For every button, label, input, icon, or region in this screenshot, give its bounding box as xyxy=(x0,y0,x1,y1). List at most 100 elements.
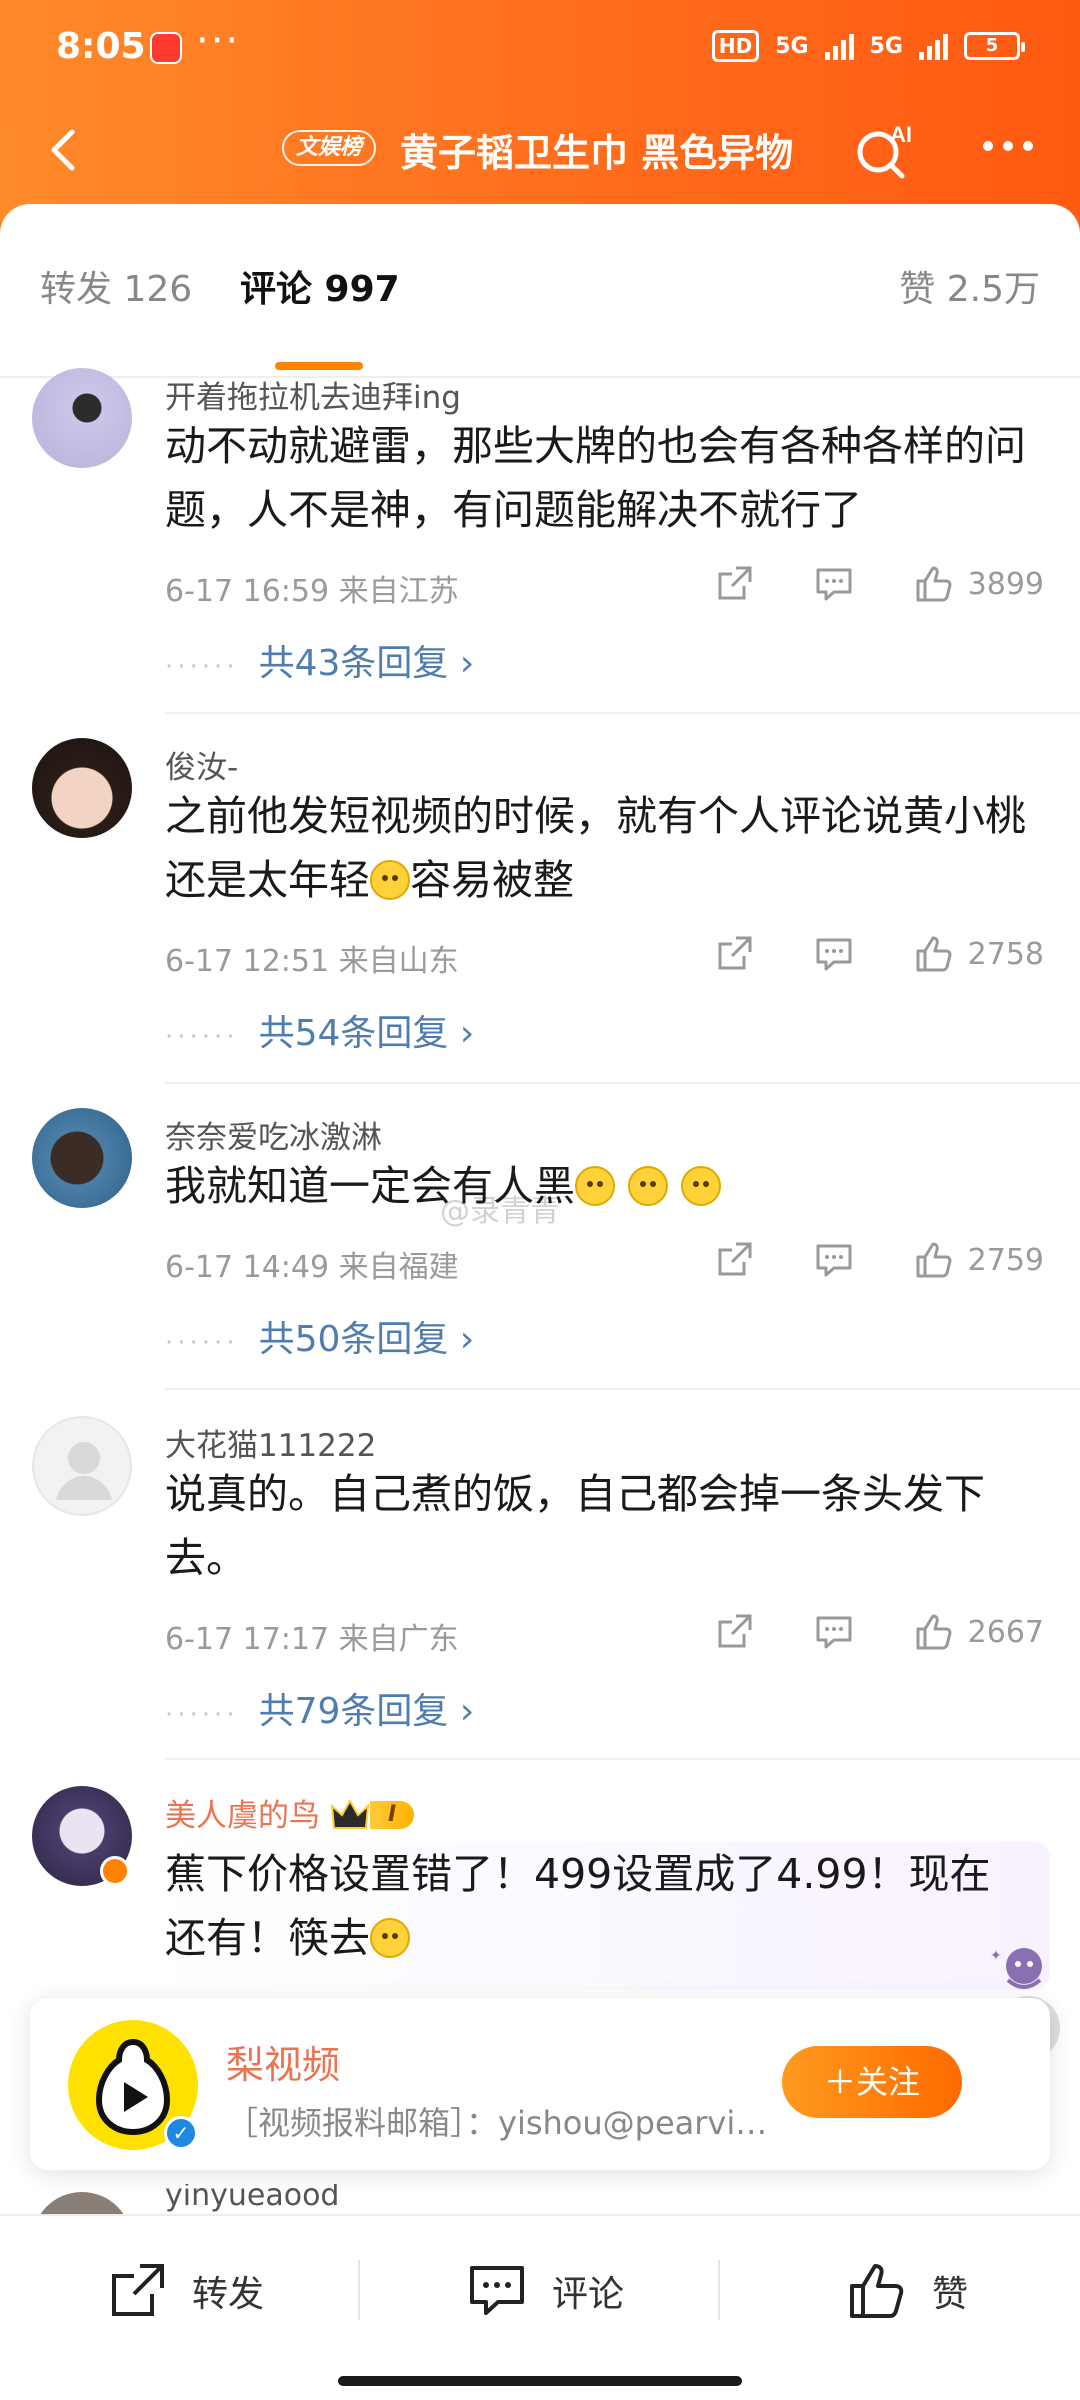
comment-divider xyxy=(165,1388,1080,1390)
status-indicators: HD 5G 5G 5 xyxy=(711,30,1025,62)
network-5g-label-2: 5G xyxy=(869,33,903,59)
replies-count: 共50条回复 › xyxy=(258,1319,475,1360)
share-icon[interactable] xyxy=(714,1240,754,1280)
battery-icon: 5 xyxy=(964,32,1025,60)
page-title: 黄子韬卫生巾 黑色异物 xyxy=(400,131,794,175)
comment-username[interactable]: 俊汝- xyxy=(165,742,238,787)
like-button[interactable]: 赞 xyxy=(846,2256,968,2326)
comment-actions: 2759 xyxy=(714,1240,1044,1280)
comment-label: 评论 xyxy=(552,2274,625,2315)
like-count: 2667 xyxy=(967,1614,1044,1650)
hug-emoji-icon xyxy=(681,1166,722,1206)
avatar[interactable] xyxy=(32,738,132,838)
avatar[interactable] xyxy=(32,2192,132,2214)
avatar[interactable] xyxy=(32,368,132,468)
share-icon[interactable] xyxy=(714,564,754,604)
comment-meta: 6-17 14:49 来自福建 xyxy=(165,1250,459,1285)
hd-icon: HD xyxy=(711,30,760,62)
comment-username[interactable]: yinyueaood xyxy=(165,2184,339,2213)
comment-text: 之前他发短视频的时候，就有个人评论说黄小桃还是太年轻 容易被整 xyxy=(165,784,1045,912)
notification-app-icon xyxy=(150,32,182,64)
thumbs-up-icon[interactable] xyxy=(914,934,954,974)
reply-icon[interactable] xyxy=(814,564,854,604)
thumbs-up-icon[interactable] xyxy=(914,1612,954,1652)
hug-emoji-icon xyxy=(628,1166,669,1206)
tab-active-indicator xyxy=(275,362,363,370)
share-icon[interactable] xyxy=(714,1612,754,1652)
signal-icon xyxy=(824,32,854,60)
svg-text:✦: ✦ xyxy=(990,1948,1002,1964)
comment-actions: 2758 xyxy=(714,934,1044,974)
status-time: 8:05 xyxy=(56,26,146,67)
follow-card[interactable]: ✓ 梨视频 ［视频报料邮箱］：yishou@pearvideo.com ＋关注 xyxy=(30,1998,1050,2170)
like-label: 赞 xyxy=(932,2274,969,2315)
view-replies-link[interactable]: ······ 共43条回复 › xyxy=(165,634,474,686)
ai-search-icon[interactable]: AI xyxy=(850,116,920,186)
status-more-dots: ··· xyxy=(196,18,241,64)
comment-button[interactable]: 评论 xyxy=(466,2256,624,2326)
ai-label: AI xyxy=(890,122,912,147)
comment-username[interactable]: 美人虞的鸟 I xyxy=(165,1790,415,1835)
status-bar: 8:05 ··· HD 5G 5G 5 xyxy=(0,0,1080,100)
view-replies-link[interactable]: ······ 共79条回复 › xyxy=(165,1682,474,1734)
more-options-icon[interactable] xyxy=(978,134,1038,158)
tabs-divider xyxy=(0,376,1080,378)
comment-divider xyxy=(165,712,1080,714)
thumbs-up-icon[interactable] xyxy=(914,1240,954,1280)
repost-label: 转发 xyxy=(192,2274,265,2315)
comment-username[interactable]: 大花猫111222 xyxy=(165,1420,376,1465)
comment-text-part: 容易被整 xyxy=(410,856,574,904)
view-replies-link[interactable]: ······ 共50条回复 › xyxy=(165,1310,474,1362)
like-icon xyxy=(850,2264,904,2318)
repost-button[interactable]: 转发 xyxy=(106,2256,264,2326)
separator xyxy=(718,2260,720,2320)
signal-icon-2 xyxy=(919,32,948,60)
replies-count: 共43条回复 › xyxy=(258,643,475,684)
tab-repost[interactable]: 转发 126 xyxy=(40,260,192,312)
vip-level-badge: I xyxy=(330,1798,415,1832)
vip-username-text: 美人虞的鸟 xyxy=(165,1798,320,1834)
like-count: 3899 xyxy=(967,566,1044,602)
account-name[interactable]: 梨视频 xyxy=(226,2034,340,2089)
account-description: ［视频报料邮箱］：yishou@pearvideo.com xyxy=(226,2104,786,2142)
comment-username[interactable]: 开着拖拉机去迪拜ing xyxy=(165,372,461,417)
crown-icon xyxy=(330,1798,370,1829)
comment-icon xyxy=(470,2266,524,2315)
back-arrow-icon[interactable] xyxy=(36,120,96,180)
comment-text-part: 之前他发短视频的时候，就有个人评论说黄小桃还是太年轻 xyxy=(165,792,1026,904)
comment-text-part: 蕉下价格设置错了！499设置成了4.99！现在还有！筷去 xyxy=(165,1850,991,1962)
entertainment-rank-badge[interactable]: 文娱榜 xyxy=(282,130,377,166)
vip-verified-icon xyxy=(100,1856,130,1886)
comment-meta: 6-17 12:51 来自山东 xyxy=(165,944,459,979)
comment-actions: 3899 xyxy=(714,564,1044,604)
replies-count: 共54条回复 › xyxy=(258,1013,475,1054)
avatar[interactable] xyxy=(32,1108,132,1208)
next-comment-peek: yinyueaood xyxy=(0,2184,1080,2214)
reply-icon[interactable] xyxy=(814,934,854,974)
share-icon[interactable] xyxy=(714,934,754,974)
like-count: 2759 xyxy=(967,1242,1044,1278)
laugh-cry-emoji-icon xyxy=(370,860,410,900)
reply-icon[interactable] xyxy=(814,1240,854,1280)
comment-divider xyxy=(165,1082,1080,1084)
tab-likes[interactable]: 赞 2.5万 xyxy=(899,260,1040,312)
thumbs-up-icon[interactable] xyxy=(914,564,954,604)
separator xyxy=(358,2260,360,2320)
comment-meta: 6-17 16:59 来自江苏 xyxy=(165,574,459,609)
top-bar: 文娱榜 黄子韬卫生巾 黑色异物 AI xyxy=(0,100,1080,210)
reply-icon[interactable] xyxy=(814,1612,854,1652)
home-indicator[interactable] xyxy=(338,2376,742,2386)
comment-text: 我就知道一定会有人黑 xyxy=(165,1154,1045,1218)
comment-meta: 6-17 17:17 来自广东 xyxy=(165,1622,459,1657)
tab-comments[interactable]: 评论 997 xyxy=(240,260,400,312)
tab-bar: 转发 126 评论 997 赞 2.5万 xyxy=(0,240,1080,378)
follow-button[interactable]: ＋关注 xyxy=(782,2046,962,2118)
default-avatar-icon[interactable] xyxy=(32,1416,132,1516)
vip-level-label: I xyxy=(370,1801,415,1829)
comment-text: 动不动就避雷，那些大牌的也会有各种各样的问题，人不是神，有问题能解决不就行了 xyxy=(165,422,1026,534)
bottom-action-bar: 转发 评论 赞 xyxy=(0,2214,1080,2400)
comment-username[interactable]: 奈奈爱吃冰激淋 xyxy=(165,1112,382,1157)
view-replies-link[interactable]: ······ 共54条回复 › xyxy=(165,1004,474,1056)
like-count: 2758 xyxy=(967,936,1044,972)
hug-emoji-icon xyxy=(575,1166,615,1206)
